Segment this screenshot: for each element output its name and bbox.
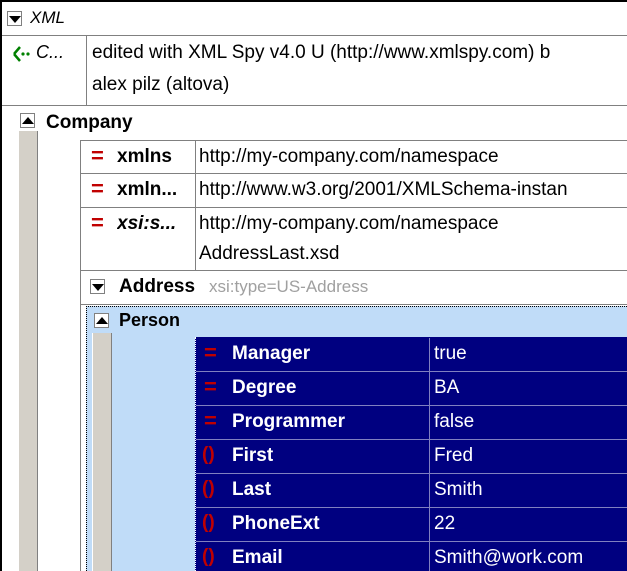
person-label: Person xyxy=(119,310,181,330)
company-label: Company xyxy=(46,112,133,133)
address-collapse-icon[interactable] xyxy=(90,279,105,294)
divider xyxy=(80,304,627,305)
company-collapse-icon[interactable] xyxy=(20,113,35,128)
address-type-text: xsi:type=US-Address xyxy=(209,277,369,296)
element-icon: () xyxy=(202,478,215,499)
attribute-icon: = xyxy=(91,210,104,235)
attr-name: xmln... xyxy=(117,179,178,200)
row-name: Manager xyxy=(232,343,311,364)
divider xyxy=(429,474,430,507)
row-value[interactable]: true xyxy=(434,343,624,365)
comment-text-line1: edited with XML Spy v4.0 U (http://www.x… xyxy=(92,42,551,63)
divider xyxy=(195,141,196,173)
row-name: Programmer xyxy=(232,411,345,432)
row-value[interactable]: false xyxy=(434,411,624,433)
person-row-email[interactable]: () Email Smith@work.com xyxy=(196,542,627,571)
attr-value[interactable]: http://my-company.com/namespace xyxy=(199,146,627,168)
xml-node-label: XML xyxy=(30,8,65,27)
divider xyxy=(429,406,430,439)
collapse-triangle-icon[interactable] xyxy=(7,11,22,26)
attribute-icon: = xyxy=(204,374,217,399)
attr-name: xsi:s... xyxy=(117,213,177,234)
attr-row-xsi-schemalocation[interactable]: = xsi:s... http://my-company.com/namespa… xyxy=(81,208,627,270)
row-value[interactable]: 22 xyxy=(434,513,624,535)
person-row-last[interactable]: () Last Smith xyxy=(196,474,627,507)
row-value[interactable]: Smith xyxy=(434,479,624,501)
divider xyxy=(429,372,430,405)
attr-value[interactable]: http://www.w3.org/2001/XMLSchema-instan xyxy=(199,179,627,201)
person-row-manager[interactable]: = Manager true xyxy=(196,338,627,371)
row-name: PhoneExt xyxy=(232,513,320,534)
attribute-icon: = xyxy=(204,340,217,365)
divider xyxy=(195,174,196,207)
attr-row-xmlns-xsi[interactable]: = xmln... http://www.w3.org/2001/XMLSche… xyxy=(81,174,627,207)
attribute-icon: = xyxy=(91,176,104,201)
address-label: Address xyxy=(119,276,196,297)
attr-value-line2: AddressLast.xsd xyxy=(199,243,340,264)
comment-icon xyxy=(12,44,32,64)
divider xyxy=(2,105,627,106)
row-name: First xyxy=(232,445,274,466)
element-icon: () xyxy=(202,512,215,533)
person-row-phoneext[interactable]: () PhoneExt 22 xyxy=(196,508,627,541)
comment-label: C... xyxy=(36,42,65,62)
attr-value[interactable]: http://my-company.com/namespace xyxy=(199,213,627,235)
row-value[interactable]: Fred xyxy=(434,445,624,467)
address-row[interactable]: Address xsi:type=US-Address xyxy=(81,271,627,304)
person-gutter[interactable] xyxy=(92,333,112,571)
attr-name: xmlns xyxy=(117,146,172,167)
divider xyxy=(429,542,430,571)
divider xyxy=(195,208,196,270)
divider xyxy=(86,36,87,105)
person-row-degree[interactable]: = Degree BA xyxy=(196,372,627,405)
person-collapse-icon[interactable] xyxy=(94,313,109,328)
divider xyxy=(429,338,430,371)
row-name: Email xyxy=(232,547,283,568)
person-row-programmer[interactable]: = Programmer false xyxy=(196,406,627,439)
comment-row[interactable]: C... edited with XML Spy v4.0 U (http://… xyxy=(2,36,627,105)
attribute-icon: = xyxy=(91,143,104,168)
row-name: Last xyxy=(232,479,272,500)
element-icon: () xyxy=(202,444,215,465)
row-value[interactable]: BA xyxy=(434,377,624,399)
xml-node-row[interactable]: XML xyxy=(2,2,627,35)
element-icon: () xyxy=(202,546,215,567)
person-row-first[interactable]: () First Fred xyxy=(196,440,627,473)
company-gutter[interactable] xyxy=(18,131,38,571)
attribute-icon: = xyxy=(204,408,217,433)
comment-text-line2: alex pilz (altova) xyxy=(92,74,230,95)
row-name: Degree xyxy=(232,377,297,398)
divider xyxy=(429,440,430,473)
divider xyxy=(429,508,430,541)
attr-row-xmlns[interactable]: = xmlns http://my-company.com/namespace xyxy=(81,141,627,173)
row-value[interactable]: Smith@work.com xyxy=(434,547,624,569)
